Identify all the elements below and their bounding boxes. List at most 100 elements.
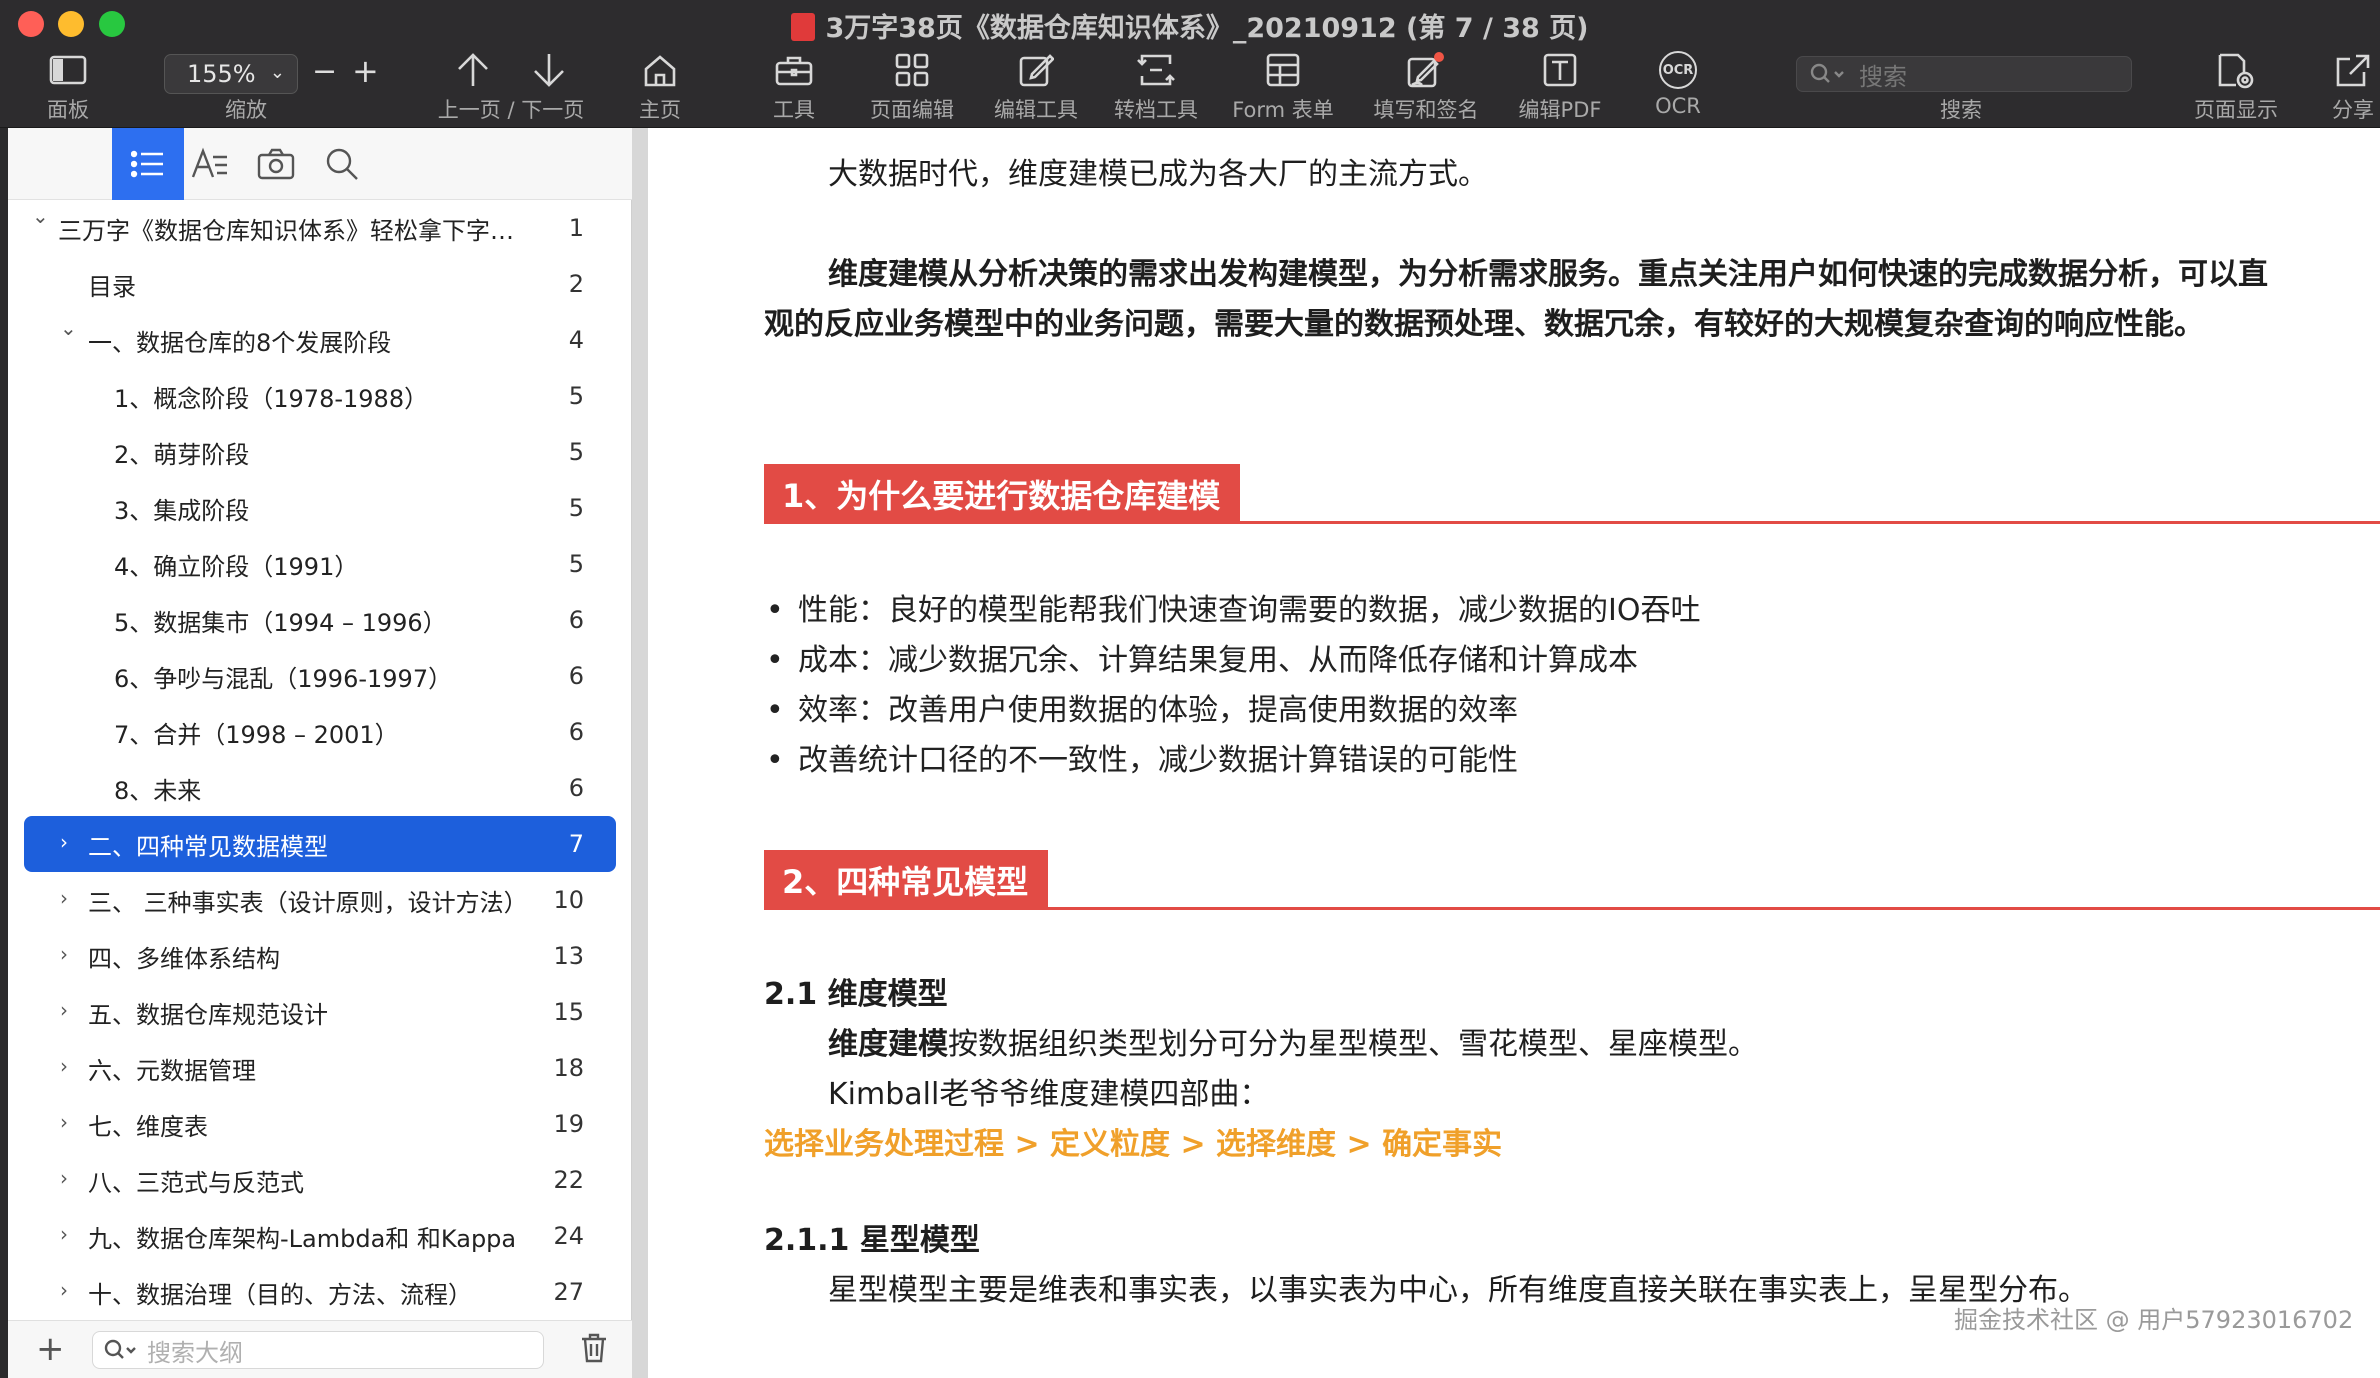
chevron-right-icon[interactable]: › [60, 1222, 68, 1246]
delete-button[interactable] [580, 1333, 608, 1367]
chevron-down-icon[interactable]: ⌄ [60, 316, 77, 340]
home-button[interactable]: 主页 [630, 48, 690, 126]
sidebar: ⌄ 三万字《数据仓库知识体系》轻松拿下字节 ... 1 目录 2 ⌄ 一、数据仓库的8个发展… [8, 128, 632, 1378]
search-placeholder: 搜索 [1859, 62, 1907, 91]
outline-item[interactable]: 2、萌芽阶段 5 [8, 424, 632, 480]
chevron-right-icon[interactable]: › [60, 942, 68, 966]
zoom-value: 155% [187, 60, 256, 88]
outline-item[interactable]: › 十、数据治理（目的、方法、流程） 27 [8, 1264, 632, 1320]
document-page[interactable]: 大数据时代，维度建模已成为各大厂的主流方式。 维度建模从分析决策的需求出发构建模… [648, 128, 2380, 1378]
edit-pdf-button[interactable]: 编辑PDF [1510, 48, 1610, 126]
convert-label: 转档工具 [1114, 98, 1198, 122]
prev-page-icon[interactable] [455, 52, 491, 88]
outline-item-title: 3、集成阶段 [114, 496, 250, 525]
page-edit-button[interactable]: 页面编辑 [862, 48, 962, 126]
section-heading: 1、为什么要进行数据仓库建模 [764, 464, 1241, 524]
outline-item-title: 8、未来 [114, 776, 202, 805]
chevron-right-icon[interactable]: › [60, 1054, 68, 1078]
zoom-in-button[interactable]: + [352, 52, 379, 90]
outline-item[interactable]: › 九、数据仓库架构-Lambda和 和Kappa 24 [8, 1208, 632, 1264]
edit-icon [1019, 54, 1054, 87]
zoom-select[interactable]: 155% ⌄ [164, 54, 298, 94]
outline-item[interactable]: 3、集成阶段 5 [8, 480, 632, 536]
outline-item-page: 5 [568, 382, 584, 410]
outline-item[interactable]: 目录 2 [8, 256, 632, 312]
bullet-item: 效率：改善用户使用数据的体验，提高使用数据的效率 [766, 686, 1518, 736]
outline-item[interactable]: 1、概念阶段（1978-1988） 5 [8, 368, 632, 424]
outline-item[interactable]: 7、合并（1998 – 2001） 6 [8, 704, 632, 760]
chevron-right-icon[interactable]: › [60, 830, 68, 854]
share-label: 分享 [2332, 98, 2374, 122]
outline-item-page: 18 [553, 1054, 584, 1082]
panel-button[interactable]: 面板 [40, 48, 96, 126]
bullet-item: 性能：良好的模型能帮我们快速查询需要的数据，减少数据的IO吞吐 [766, 586, 1700, 636]
outline-item[interactable]: 5、数据集市（1994 – 1996） 6 [8, 592, 632, 648]
camera-icon [257, 148, 295, 180]
share-icon [2336, 54, 2370, 87]
outline-item-page: 6 [568, 718, 584, 746]
outline-item-title: 五、数据仓库规范设计 [88, 1000, 328, 1029]
chevron-right-icon[interactable]: › [60, 1166, 68, 1190]
share-button[interactable]: 分享 [2328, 48, 2378, 126]
outline-item-page: 6 [568, 606, 584, 634]
home-label: 主页 [639, 98, 681, 122]
doc-paragraph: 大数据时代，维度建模已成为各大厂的主流方式。 [828, 157, 1488, 192]
signature-icon [1407, 52, 1444, 88]
outline-item-page: 5 [568, 494, 584, 522]
ocr-button[interactable]: OCR OCR [1648, 48, 1708, 126]
chevron-right-icon[interactable]: › [60, 1110, 68, 1134]
chevron-right-icon[interactable]: › [60, 998, 68, 1022]
page-display-button[interactable]: 页面显示 [2186, 48, 2286, 126]
fill-sign-button[interactable]: 填写和签名 [1366, 48, 1486, 126]
chevron-right-icon[interactable]: › [60, 1278, 68, 1302]
outline-item-title: 6、争吵与混乱（1996-1997） [114, 664, 453, 693]
outline-item[interactable]: › 五、数据仓库规范设计 15 [8, 984, 632, 1040]
toolbar-search-input[interactable]: 搜索 [1796, 56, 2132, 92]
outline-item[interactable]: ⌄ 一、数据仓库的8个发展阶段 4 [8, 312, 632, 368]
outline-item[interactable]: › 三、 三种事实表（设计原则，设计方法） 10 [8, 872, 632, 928]
window-toolbar: 3万字38页《数据仓库知识体系》_20210912 (第 7 / 38 页) 面… [0, 0, 2380, 128]
convert-button[interactable]: 转档工具 [1106, 48, 1206, 126]
outline-item[interactable]: › 六、元数据管理 18 [8, 1040, 632, 1096]
outline-item[interactable]: › 四、多维体系结构 13 [8, 928, 632, 984]
window-title: 3万字38页《数据仓库知识体系》_20210912 (第 7 / 38 页) [0, 6, 2380, 45]
doc-paragraph: 维度建模从分析决策的需求出发构建模型，为分析需求服务。重点关注用户如何快速的完成… [828, 257, 2268, 292]
outline-item-title: 5、数据集市（1994 – 1996） [114, 608, 447, 637]
add-bookmark-button[interactable]: + [36, 1329, 65, 1369]
tools-button[interactable]: 工具 [764, 48, 824, 126]
outline-item[interactable]: › 二、四种常见数据模型 7 [24, 816, 616, 872]
outline-item-title: 九、数据仓库架构-Lambda和 和Kappa [88, 1224, 517, 1253]
search-icon [326, 148, 358, 180]
outline-item-page: 13 [553, 942, 584, 970]
outline-item-title: 7、合并（1998 – 2001） [114, 720, 399, 749]
chevron-right-icon[interactable]: › [60, 886, 68, 910]
outline-item-page: 5 [568, 438, 584, 466]
ocr-icon: OCR [1659, 51, 1697, 89]
outline-item[interactable]: › 七、维度表 19 [8, 1096, 632, 1152]
pdf-file-icon [791, 13, 816, 41]
next-page-icon[interactable] [531, 52, 567, 88]
paragraph-text: 按数据组织类型划分可分为星型模型、雪花模型、星座模型。 [948, 1027, 1758, 1062]
tools-label: 工具 [773, 98, 815, 122]
outline-item[interactable]: 4、确立阶段（1991） 5 [8, 536, 632, 592]
doc-paragraph: 维度建模按数据组织类型划分可分为星型模型、雪花模型、星座模型。 [828, 1020, 1758, 1070]
outline-item[interactable]: ⌄ 三万字《数据仓库知识体系》轻松拿下字节 ... 1 [8, 200, 632, 256]
outline-search-input[interactable]: 搜索大纲 [92, 1331, 544, 1369]
outline-search-placeholder: 搜索大纲 [147, 1338, 243, 1367]
tab-search[interactable] [292, 128, 392, 200]
doc-paragraph: 星型模型主要是维表和事实表，以事实表为中心，所有维度直接关联在事实表上，呈星型分… [828, 1273, 2088, 1308]
edit-tools-button[interactable]: 编辑工具 [986, 48, 1086, 126]
zoom-out-button[interactable]: − [312, 54, 337, 89]
outline-item-title: 1、概念阶段（1978-1988） [114, 384, 429, 413]
outline-item[interactable]: 6、争吵与混乱（1996-1997） 6 [8, 648, 632, 704]
outline-item[interactable]: › 八、三范式与反范式 22 [8, 1152, 632, 1208]
outline-item-title: 八、三范式与反范式 [88, 1168, 304, 1197]
sidebar-panel-icon [49, 55, 87, 85]
toolbox-icon [775, 56, 813, 86]
text-box-icon [1543, 53, 1577, 87]
outline-item[interactable]: 8、未来 6 [8, 760, 632, 816]
outline-item-title: 目录 [88, 272, 136, 301]
outline-item-title: 三万字《数据仓库知识体系》轻松拿下字节 ... [58, 216, 528, 245]
form-button[interactable]: Form 表单 [1226, 48, 1340, 126]
chevron-down-icon[interactable]: ⌄ [32, 204, 49, 228]
